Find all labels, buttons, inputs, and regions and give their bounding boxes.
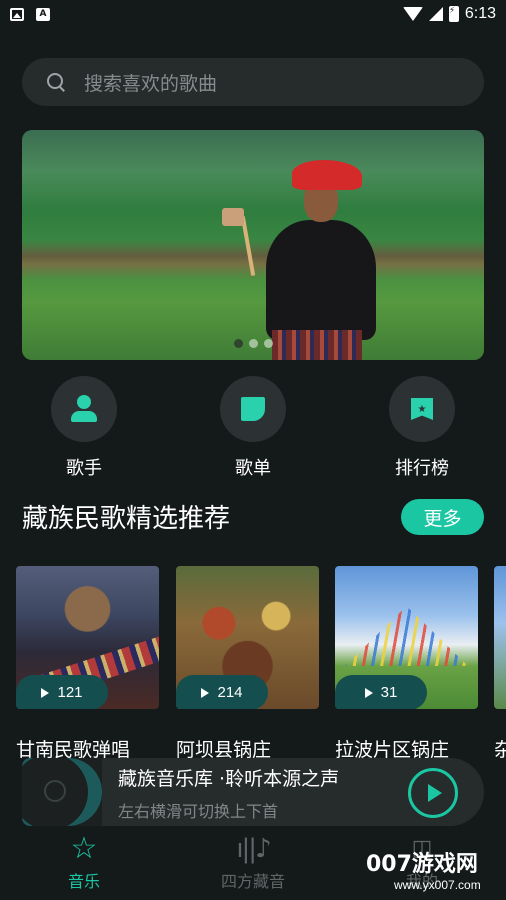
status-left-icons: A — [10, 7, 50, 21]
search-bar[interactable]: 搜索喜欢的歌曲 — [22, 58, 484, 106]
sound-wave-icon: ı||♪ — [236, 834, 271, 864]
mini-player-subtitle: 左右横滑可切换上下首 — [118, 802, 279, 821]
star-icon: ☆ — [70, 831, 98, 866]
play-count: 214 — [217, 684, 243, 701]
banner-dot[interactable] — [233, 339, 243, 348]
banner-carousel[interactable] — [22, 130, 484, 360]
play-button[interactable] — [408, 768, 458, 818]
battery-icon — [448, 6, 459, 22]
play-icon — [428, 784, 442, 802]
album-cover[interactable]: 31 — [335, 566, 478, 709]
mini-player[interactable]: 藏族音乐库 ·聆听本源之声 左右横滑可切换上下首 — [22, 758, 484, 826]
album-cover[interactable] — [494, 566, 506, 709]
mini-player-title: 藏族音乐库 ·聆听本源之声 — [118, 768, 340, 790]
status-right: 6:13 — [402, 5, 496, 23]
watermark-title: 007游戏网 — [366, 852, 478, 877]
banner-indicator — [22, 339, 484, 348]
play-count: 121 — [57, 684, 83, 701]
category-singer-circle[interactable] — [51, 376, 117, 442]
clock: 6:13 — [464, 5, 496, 22]
nav-item-sifang[interactable]: ı||♪ 四方藏音 — [193, 834, 313, 892]
person-hat — [292, 160, 362, 190]
category-singer[interactable]: 歌手 — [39, 376, 129, 480]
watermark-url: www.yx007.com — [394, 878, 481, 892]
category-label: 歌单 — [235, 458, 271, 479]
category-label: 排行榜 — [395, 458, 449, 479]
album-cover-art — [345, 606, 468, 666]
play-count: 31 — [380, 684, 398, 701]
mini-cover-art — [22, 758, 102, 826]
play-icon — [201, 687, 210, 698]
section-title: 藏族民歌精选推荐 — [22, 504, 231, 534]
play-count-badge: 31 — [335, 675, 427, 709]
album-cover[interactable]: 121 — [16, 566, 159, 709]
nav-label: 音乐 — [67, 872, 100, 891]
search-icon — [46, 72, 66, 92]
signal-icon — [428, 7, 443, 21]
category-playlist-circle[interactable] — [220, 376, 286, 442]
singer-icon — [70, 395, 98, 423]
status-bar: A 6:13 — [0, 0, 506, 28]
person-body — [266, 220, 376, 340]
more-button[interactable]: 更多 — [401, 499, 484, 535]
banner-person-image — [222, 160, 382, 360]
playlist-icon — [241, 397, 265, 421]
watermark: 007游戏网 www.yx007.com — [366, 846, 506, 900]
album-card[interactable]: 214 阿坝县锅庄 — [176, 566, 319, 762]
album-title: 杂 — [494, 739, 506, 761]
category-ranking-circle[interactable]: ★ — [389, 376, 455, 442]
play-icon — [364, 687, 373, 698]
category-playlist[interactable]: 歌单 — [208, 376, 298, 480]
play-count-badge: 121 — [16, 675, 108, 709]
wifi-icon — [402, 7, 423, 21]
search-placeholder: 搜索喜欢的歌曲 — [84, 72, 218, 95]
album-card[interactable]: 杂 — [494, 566, 506, 762]
play-count-badge: 214 — [176, 675, 268, 709]
music-disc-icon — [44, 780, 66, 802]
category-label: 歌手 — [66, 458, 102, 479]
nav-label: 四方藏音 — [220, 872, 285, 891]
album-card[interactable]: 31 拉波片区锅庄 — [335, 566, 478, 762]
banner-dot[interactable] — [248, 339, 258, 348]
category-ranking[interactable]: ★ 排行榜 — [377, 376, 467, 480]
prayer-wheel — [222, 208, 244, 226]
image-icon — [10, 7, 24, 21]
a-icon: A — [36, 7, 50, 21]
nav-item-music[interactable]: ☆ 音乐 — [24, 834, 144, 892]
album-cover[interactable]: 214 — [176, 566, 319, 709]
play-icon — [41, 687, 50, 698]
banner-dot[interactable] — [263, 339, 273, 348]
rank-icon: ★ — [411, 398, 433, 420]
mini-player-cover — [22, 758, 102, 826]
album-card[interactable]: 121 甘南民歌弹唱 — [16, 566, 159, 762]
